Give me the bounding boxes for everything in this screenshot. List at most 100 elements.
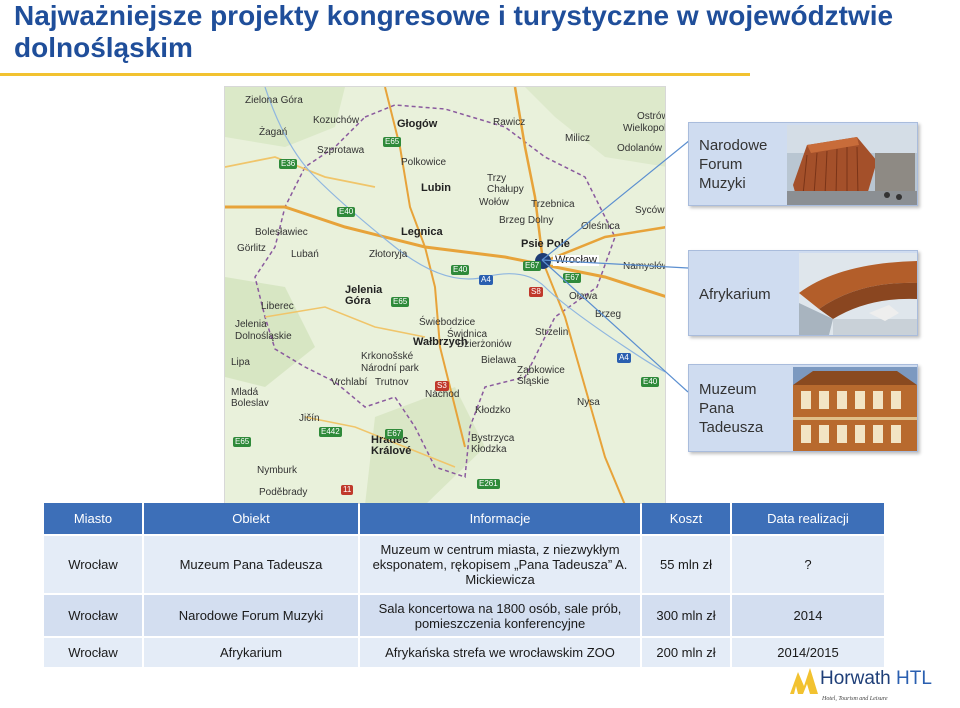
map-city-label: Głogów <box>397 118 438 130</box>
map-road-sign: E67 <box>385 429 404 439</box>
map-road-sign: E65 <box>383 137 402 147</box>
map-city-label: Krkonošské <box>361 351 414 362</box>
map-city-label: Syców <box>635 205 665 216</box>
table-cell-date: 2014 <box>732 595 884 636</box>
table-cell-city: Wrocław <box>44 595 142 636</box>
map-city-label: Trzy Chałupy <box>487 173 524 195</box>
table-header-cost: Koszt <box>642 503 730 534</box>
map-road-sign: E36 <box>279 159 298 169</box>
map-city-label-wroclaw: Wrocław <box>553 254 599 266</box>
map-city-label: Vrchlabí <box>331 377 368 388</box>
map-city-label: Wielkopolski <box>623 123 666 134</box>
map-city-label: Lubań <box>291 249 319 260</box>
map-city-label: Świdnica <box>447 329 488 340</box>
region-map: Zielona Góra Kozuchów Głogów Rawicz Ostr… <box>224 86 666 504</box>
table-header-object: Obiekt <box>144 503 358 534</box>
project-card-afrykarium[interactable]: Afrykarium <box>688 250 918 336</box>
map-city-label: Trzebnica <box>531 199 575 210</box>
map-city-label: Lipa <box>231 357 250 368</box>
map-city-label: Zielona Góra <box>245 95 303 106</box>
table-cell-info: Afrykańska strefa we wrocławskim ZOO <box>360 638 640 667</box>
map-city-label: Nysa <box>577 397 600 408</box>
map-city-label: Oława <box>569 291 598 302</box>
map-road-sign: E261 <box>477 479 500 489</box>
map-road-sign: 11 <box>341 485 354 495</box>
page-title-line-1: Najważniejsze projekty kongresowe i tury… <box>14 0 894 31</box>
map-road-sign: A4 <box>617 353 631 363</box>
map-city-label: Jelenia Góra <box>345 284 383 307</box>
map-city-label: Görlitz <box>237 243 266 254</box>
logo-tagline: Hotel, Tourism and Leisure <box>822 696 888 702</box>
afrykarium-photo <box>799 253 917 335</box>
map-city-label: Bielawa <box>481 355 517 366</box>
table-cell-date: ? <box>732 536 884 593</box>
table-header-info: Informacje <box>360 503 640 534</box>
map-city-label: Jičín <box>299 413 320 424</box>
page-title-line-2: dolnośląskim <box>14 32 193 63</box>
horwath-mark-icon <box>790 668 818 694</box>
map-city-label: Národní park <box>361 363 419 374</box>
table-cell-info: Sala koncertowa na 1800 osób, sale prób,… <box>360 595 640 636</box>
nfm-photo <box>787 125 917 205</box>
map-city-label: Dolnośląskie <box>235 331 292 342</box>
table-cell-object: Narodowe Forum Muzyki <box>144 595 358 636</box>
map-city-label: Namysłów <box>623 261 666 272</box>
map-road-sign: S3 <box>435 381 449 391</box>
map-city-label: Brzeg <box>595 309 622 320</box>
map-city-label: Świebodzice <box>419 317 476 328</box>
map-road-sign: E67 <box>563 273 582 283</box>
map-city-label: Żagań <box>259 127 288 138</box>
map-city-label: Ząbkowice Śląskie <box>517 365 565 387</box>
project-card-label: Narodowe Forum Muzyki <box>699 137 768 192</box>
horwath-htl-logo: Horwath HTL Hotel, Tourism and Leisure <box>790 664 960 708</box>
map-city-label: Lubin <box>421 182 451 194</box>
map-city-label: Trutnov <box>375 377 409 388</box>
table-header-city: Miasto <box>44 503 142 534</box>
map-road-sign: E65 <box>391 297 410 307</box>
project-card-nfm[interactable]: Narodowe Forum Muzyki <box>688 122 918 206</box>
table-cell-info: Muzeum w centrum miasta, z niezwykłym ek… <box>360 536 640 593</box>
map-road-sign: E65 <box>233 437 252 447</box>
map-city-label: Brzeg Dolny <box>499 215 554 226</box>
muzeum-photo <box>793 367 917 451</box>
title-underline <box>0 73 750 76</box>
table-cell-city: Wrocław <box>44 638 142 667</box>
page-title: Najważniejsze projekty kongresowe i tury… <box>14 0 954 64</box>
map-city-label: Bystrzyca Kłodzka <box>471 433 515 455</box>
map-city-label: Mladá Boleslav <box>231 387 269 409</box>
map-road-sign: E40 <box>337 207 356 217</box>
map-road-sign: E40 <box>641 377 660 387</box>
map-city-label: Bolesławiec <box>255 227 308 238</box>
logo-wordmark: Horwath HTL <box>820 668 932 690</box>
map-road-sign: S8 <box>529 287 543 297</box>
table-cell-cost: 200 mln zł <box>642 638 730 667</box>
map-city-label: Złotoryja <box>369 249 408 260</box>
map-city-label: Oleśnica <box>581 221 620 232</box>
map-city-label: Legnica <box>401 226 443 238</box>
table-cell-cost: 55 mln zł <box>642 536 730 593</box>
map-city-label: Kozuchów <box>313 115 360 126</box>
logo-name-main: Horwath <box>820 668 891 689</box>
map-city-label: Liberec <box>261 301 294 312</box>
map-city-label: Psie Pole <box>521 238 570 250</box>
project-card-label: Afrykarium <box>699 286 771 303</box>
map-city-label: Poděbrady <box>259 487 308 498</box>
table-cell-date: 2014/2015 <box>732 638 884 667</box>
project-card-muzeum[interactable]: Muzeum Pana Tadeusza <box>688 364 918 452</box>
map-city-label: Ostrów <box>637 111 666 122</box>
map-city-label: Nymburk <box>257 465 298 476</box>
map-road-sign: E442 <box>319 427 342 437</box>
table-cell-object: Muzeum Pana Tadeusza <box>144 536 358 593</box>
map-city-label: Polkowice <box>401 157 447 168</box>
map-city-label: Rawicz <box>493 117 526 128</box>
map-city-label: Dzierżoniów <box>457 339 512 350</box>
map-city-label: Wołów <box>479 197 509 208</box>
table-cell-city: Wrocław <box>44 536 142 593</box>
map-city-label: Jelenia <box>235 319 267 330</box>
map-city-label: Kłodzko <box>475 405 511 416</box>
map-city-label: Szprotawa <box>317 145 365 156</box>
logo-name-suffix: HTL <box>890 668 932 689</box>
map-city-label: Odolanów <box>617 143 663 154</box>
map-city-label: Strzelin <box>535 327 569 338</box>
map-road-sign: E40 <box>451 265 470 275</box>
